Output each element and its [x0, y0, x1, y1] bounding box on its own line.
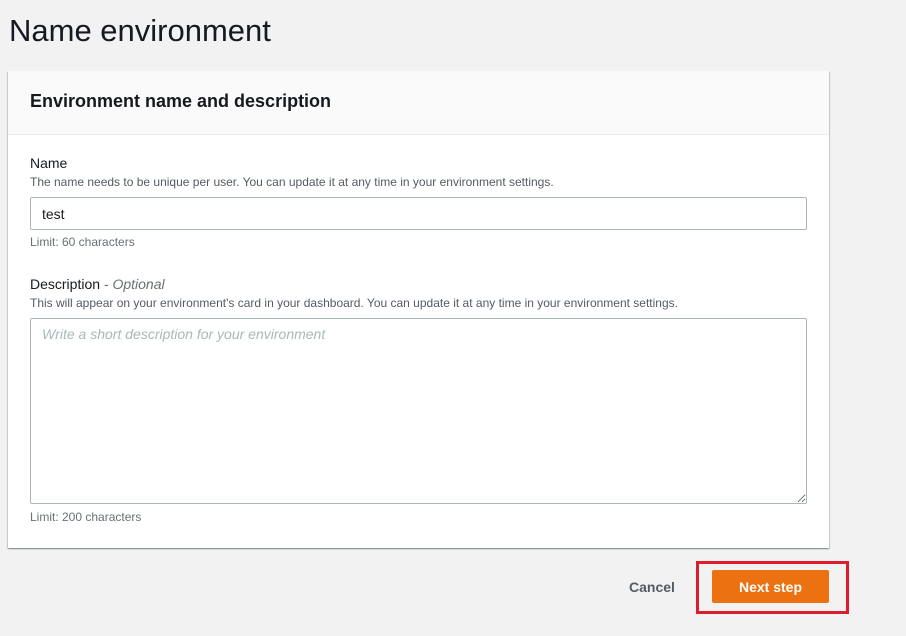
description-description: This will appear on your environment's c…: [30, 296, 678, 310]
cancel-button[interactable]: Cancel: [615, 572, 689, 602]
description-textarea[interactable]: [30, 318, 807, 504]
description-label-group: Description - Optional: [30, 275, 165, 293]
description-constraint: Limit: 200 characters: [30, 510, 142, 524]
optional-label: - Optional: [100, 276, 165, 292]
name-input[interactable]: [30, 197, 807, 230]
page-title: Name environment: [9, 13, 271, 48]
card-title: Environment name and description: [30, 91, 332, 111]
name-label: Name: [30, 155, 68, 171]
description-label: Description: [30, 276, 101, 292]
card-header: Environment name and description: [8, 71, 829, 135]
name-description: The name needs to be unique per user. Yo…: [30, 175, 554, 189]
next-step-button[interactable]: Next step: [712, 570, 829, 603]
environment-details-card: Environment name and description Name Th…: [8, 71, 829, 548]
name-constraint: Limit: 60 characters: [30, 235, 135, 249]
